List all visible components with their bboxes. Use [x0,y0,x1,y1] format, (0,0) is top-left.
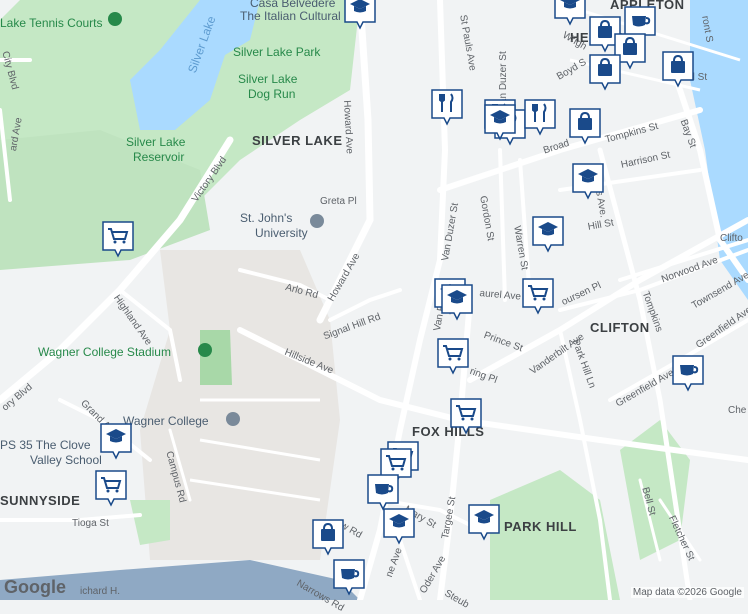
map-pin-shopping[interactable] [94,469,128,509]
map-pin-school[interactable] [99,422,133,462]
map-pin-school[interactable] [440,283,474,323]
map-pin-shopping-bag[interactable] [661,50,695,90]
map-pin-school[interactable] [531,215,565,255]
map-pin-restaurant[interactable] [523,98,557,138]
map-pin-school[interactable] [571,162,605,202]
map-pin-shopping[interactable] [436,337,470,377]
map-pin-shopping-bag[interactable] [588,53,622,93]
map-pin-shopping[interactable] [521,277,555,317]
map-pin-shopping[interactable] [449,397,483,437]
map-pin-shopping-bag[interactable] [311,518,345,558]
map-pin-shopping[interactable] [101,220,135,260]
stadium-field [200,330,232,385]
map-attribution[interactable]: Map data ©2026 Google [630,587,744,598]
map-pin-school[interactable] [467,503,501,543]
map-pin-shopping-bag[interactable] [568,107,602,147]
map-pin-restaurant[interactable] [430,88,464,128]
google-logo: Google [4,577,66,597]
map-pin-school[interactable] [343,0,377,32]
map-pin-coffee[interactable] [332,558,366,598]
map-pin-school[interactable] [553,0,587,28]
map-pin-school[interactable] [382,507,416,547]
map-pin-school[interactable] [483,103,517,143]
map-pin-coffee[interactable] [671,354,705,394]
